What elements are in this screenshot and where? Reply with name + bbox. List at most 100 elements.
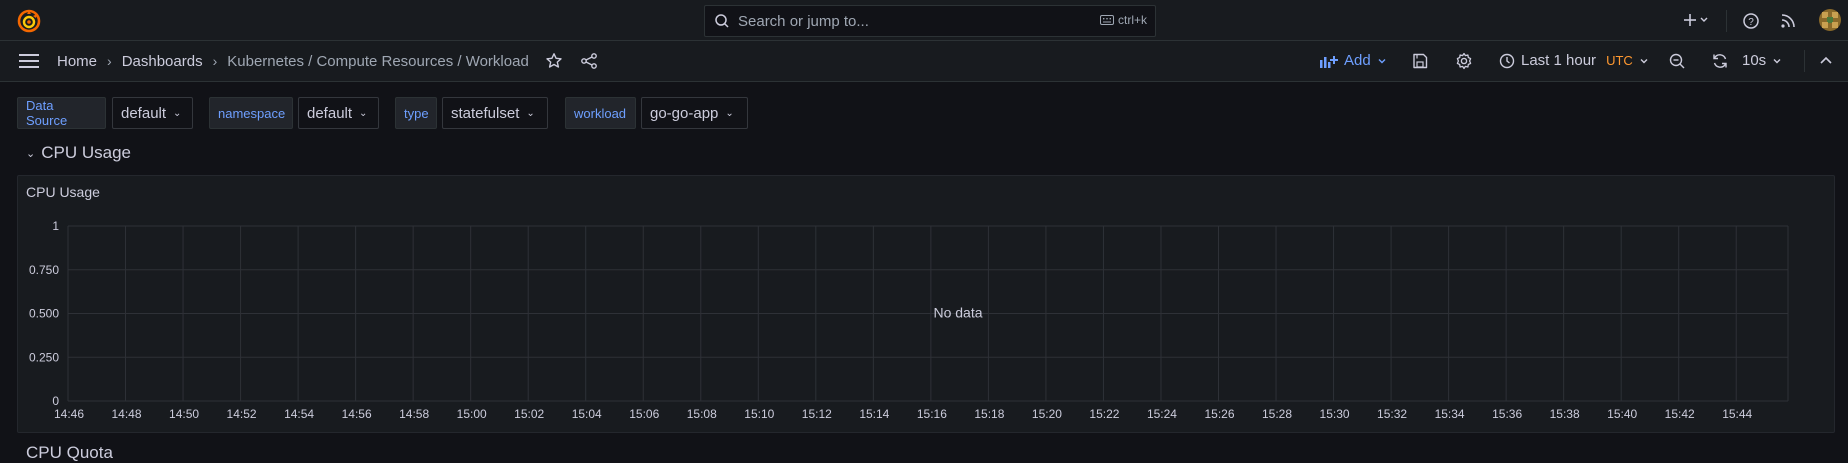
breadcrumb-current-dashboard: Kubernetes / Compute Resources / Workloa…: [227, 52, 529, 70]
plus-icon: [1684, 14, 1696, 26]
add-panel-icon: [1320, 55, 1338, 68]
clock-icon: [1499, 53, 1515, 68]
star-icon[interactable]: [545, 52, 563, 70]
variable-label-namespace: namespace: [209, 97, 293, 129]
avatar[interactable]: [1819, 9, 1841, 34]
variable-select-type[interactable]: statefulset ⌄: [442, 97, 548, 129]
rss-icon[interactable]: [1779, 12, 1797, 33]
chevron-down-icon: ⌄: [526, 107, 535, 119]
x-tick-label: 15:36: [1492, 407, 1522, 421]
panel-cpu-usage[interactable]: CPU Usage 0 0.250 0.500 0.750 1 14:46 14:48 14:…: [17, 175, 1835, 433]
x-tick-label: 15:32: [1377, 407, 1407, 421]
top-bar: Search or jump to... ctrl+k ?: [0, 0, 1848, 41]
x-tick-label: 15:38: [1550, 407, 1580, 421]
x-tick-label: 15:22: [1089, 407, 1119, 421]
row-header-cpu-usage[interactable]: ⌄ CPU Usage: [26, 143, 131, 163]
x-tick-label: 15:30: [1320, 407, 1350, 421]
x-tick-label: 15:34: [1435, 407, 1465, 421]
divider: [1726, 10, 1727, 32]
cpu-usage-chart: 0 0.250 0.500 0.750 1 14:46 14:48 14:50 14:52 14:…: [29, 219, 1789, 421]
refresh-interval-label: 10s: [1742, 52, 1767, 69]
chevron-right-icon: ›: [107, 53, 112, 69]
x-tick-label: 15:06: [629, 407, 659, 421]
save-icon[interactable]: [1411, 52, 1429, 70]
hamburger-icon: [19, 54, 39, 68]
collapse-toolbar-button[interactable]: [1817, 52, 1835, 70]
x-tick-label: 15:18: [974, 407, 1004, 421]
variable-select-workload[interactable]: go-go-app ⌄: [641, 97, 748, 129]
x-tick-label: 15:28: [1262, 407, 1292, 421]
x-tick-label: 14:50: [169, 407, 199, 421]
variable-value: default: [121, 104, 167, 122]
y-tick-label: 1: [52, 219, 59, 233]
x-tick-label: 15:26: [1204, 407, 1234, 421]
chevron-down-icon: ⌄: [26, 147, 36, 160]
x-tick-label: 14:58: [399, 407, 429, 421]
x-tick-label: 14:52: [227, 407, 257, 421]
timezone-label: UTC: [1606, 53, 1633, 68]
chevron-down-icon: ⌄: [725, 107, 734, 119]
time-range-picker[interactable]: Last 1 hour UTC: [1499, 52, 1649, 69]
variable-label-datasource: Data Source: [17, 97, 106, 129]
refresh-icon[interactable]: [1711, 52, 1729, 70]
chevron-up-icon: [1820, 56, 1832, 64]
grafana-logo-icon[interactable]: [17, 9, 41, 33]
x-tick-label: 15:02: [514, 407, 544, 421]
search-shortcut: ctrl+k: [1099, 13, 1147, 27]
variable-value: statefulset: [451, 104, 520, 122]
dashboard-nav-bar: Home › Dashboards › Kubernetes / Compute…: [0, 41, 1848, 82]
search-input[interactable]: Search or jump to... ctrl+k: [704, 5, 1156, 37]
x-tick-label: 14:46: [54, 407, 84, 421]
y-tick-label: 0.750: [29, 263, 59, 277]
variable-value: default: [307, 104, 353, 122]
variable-value: go-go-app: [650, 104, 719, 122]
chevron-down-icon: [1773, 58, 1781, 63]
chevron-down-icon: ⌄: [173, 107, 182, 119]
divider: [1804, 50, 1805, 72]
x-tick-label: 15:10: [744, 407, 774, 421]
help-icon[interactable]: ?: [1742, 12, 1760, 33]
variable-label-workload: workload: [565, 97, 636, 129]
x-tick-label: 15:40: [1607, 407, 1637, 421]
search-placeholder: Search or jump to...: [738, 12, 869, 30]
x-tick-label: 15:24: [1147, 407, 1177, 421]
x-tick-label: 14:56: [342, 407, 372, 421]
x-tick-label: 15:04: [572, 407, 602, 421]
x-tick-label: 15:00: [457, 407, 487, 421]
keyboard-icon: [1099, 15, 1114, 25]
breadcrumb-dashboards[interactable]: Dashboards: [122, 53, 203, 70]
no-data-message: No data: [933, 305, 982, 321]
add-button[interactable]: Add: [1320, 52, 1387, 69]
chevron-down-icon: [1640, 58, 1648, 63]
x-tick-label: 15:14: [859, 407, 889, 421]
variable-select-datasource[interactable]: default ⌄: [112, 97, 193, 129]
row-title: CPU Usage: [41, 143, 131, 162]
zoom-out-icon[interactable]: [1668, 52, 1686, 70]
x-tick-label: 15:12: [802, 407, 832, 421]
x-tick-label: 15:44: [1722, 407, 1752, 421]
menu-toggle-button[interactable]: [18, 52, 40, 70]
svg-text:?: ?: [1748, 17, 1754, 28]
share-icon[interactable]: [580, 52, 598, 70]
time-range-label: Last 1 hour: [1521, 52, 1597, 69]
y-tick-label: 0: [52, 394, 59, 408]
chevron-down-icon: [1378, 58, 1386, 63]
breadcrumb: Home › Dashboards › Kubernetes / Compute…: [57, 41, 529, 81]
x-tick-label: 14:54: [284, 407, 314, 421]
variable-select-namespace[interactable]: default ⌄: [298, 97, 379, 129]
refresh-interval-picker[interactable]: 10s: [1742, 52, 1782, 69]
new-menu-button[interactable]: [1683, 11, 1713, 29]
shortcut-label: ctrl+k: [1117, 13, 1147, 27]
x-tick-label: 15:08: [687, 407, 717, 421]
search-icon: [715, 14, 729, 28]
row-header-cpu-quota[interactable]: CPU Quota: [26, 443, 113, 463]
x-tick-label: 15:16: [917, 407, 947, 421]
settings-gear-icon[interactable]: [1455, 52, 1473, 70]
y-tick-label: 0.250: [29, 350, 59, 364]
chevron-down-icon: ⌄: [359, 107, 368, 119]
variable-label-type: type: [395, 97, 437, 129]
x-tick-label: 15:42: [1665, 407, 1695, 421]
x-tick-label: 15:20: [1032, 407, 1062, 421]
breadcrumb-home[interactable]: Home: [57, 53, 97, 70]
y-tick-label: 0.500: [29, 307, 59, 321]
